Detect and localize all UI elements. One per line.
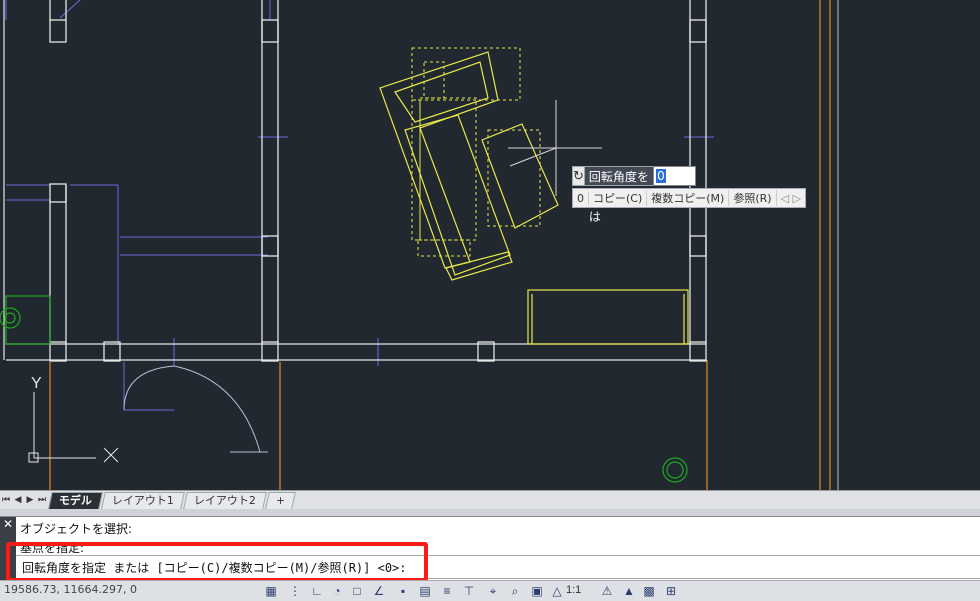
tab-next-button[interactable]: ▶ xyxy=(24,495,36,505)
tab-layout1[interactable]: レイアウト1 xyxy=(101,491,185,509)
lineweight-icon[interactable]: ≡ xyxy=(440,584,454,598)
dynamic-options: 0 コピー(C) 複数コピー(M) 参照(R) ◁ ▷ xyxy=(572,188,806,208)
divider xyxy=(0,509,980,516)
status-bar: 19586.73, 11664.297, 0 ▦ ⋮ ∟ ◔ □ ∠ ▪ ▤ ≡… xyxy=(0,580,980,601)
layout-tab-bar: ⏮ ◀ ▶ ⏭ モデル レイアウト1 レイアウト2 + xyxy=(0,490,980,509)
ducs-icon[interactable]: ▪ xyxy=(396,584,410,598)
command-history-line: オブジェクトを選択: xyxy=(20,522,133,536)
coordinates-readout: 19586.73, 11664.297, 0 xyxy=(4,583,137,596)
polar-icon[interactable]: ◔ xyxy=(330,584,344,598)
highlight-box xyxy=(6,542,428,582)
dynamic-input-prompt: 回転角度を指定 または xyxy=(584,166,654,224)
ucs-y-label: Y xyxy=(31,375,42,392)
orange-lines xyxy=(49,0,831,490)
tab-last-button[interactable]: ⏭ xyxy=(36,495,48,505)
grid-icon[interactable]: ▦ xyxy=(264,584,278,598)
auto-scale-icon[interactable]: ▲ xyxy=(622,584,636,598)
ucs-x-label: X xyxy=(100,475,111,490)
selection-cycling-icon[interactable]: ⌖ xyxy=(486,584,500,598)
option-nav-arrows[interactable]: ◁ ▷ xyxy=(777,192,805,205)
drawing-canvas[interactable]: Y X ↻ 回転角度を指定 または 0 0 コピー(C) 複数コピー(M) 参照… xyxy=(0,0,980,490)
annotation-icon[interactable]: △ xyxy=(550,584,564,598)
tab-prev-button[interactable]: ◀ xyxy=(12,495,24,505)
options-prefix: 0 xyxy=(573,191,589,205)
cad-drawing[interactable]: Y X xyxy=(0,0,980,490)
zoom-icon[interactable]: ⌕ xyxy=(508,584,522,598)
otrack-icon[interactable]: ∠ xyxy=(372,584,386,598)
annotation-scale[interactable]: 1:1 xyxy=(566,584,581,596)
tab-add[interactable]: + xyxy=(265,491,297,509)
isolate-icon[interactable]: ▩ xyxy=(642,584,656,598)
option-reference[interactable]: 参照(R) xyxy=(729,190,777,206)
tab-model[interactable]: モデル xyxy=(48,491,103,509)
workspace-icon[interactable]: ⊞ xyxy=(664,584,678,598)
tab-first-button[interactable]: ⏮ xyxy=(0,495,12,505)
rotate-icon: ↻ xyxy=(572,166,585,186)
tab-layout2[interactable]: レイアウト2 xyxy=(183,491,267,509)
ortho-icon[interactable]: ∟ xyxy=(310,584,324,598)
angle-input[interactable]: 0 xyxy=(653,166,697,186)
viewport-icon[interactable]: ▣ xyxy=(530,584,544,598)
snap-icon[interactable]: ⋮ xyxy=(288,584,302,598)
green-fixture xyxy=(0,295,688,483)
option-multi-copy[interactable]: 複数コピー(M) xyxy=(647,190,730,206)
annotation-visibility-icon[interactable]: ⚠ xyxy=(600,584,614,598)
transparency-icon[interactable]: ⊤ xyxy=(462,584,476,598)
osnap-icon[interactable]: □ xyxy=(350,584,364,598)
ucs-icon xyxy=(28,392,119,463)
dyn-icon[interactable]: ▤ xyxy=(418,584,432,598)
option-copy[interactable]: コピー(C) xyxy=(589,190,648,206)
